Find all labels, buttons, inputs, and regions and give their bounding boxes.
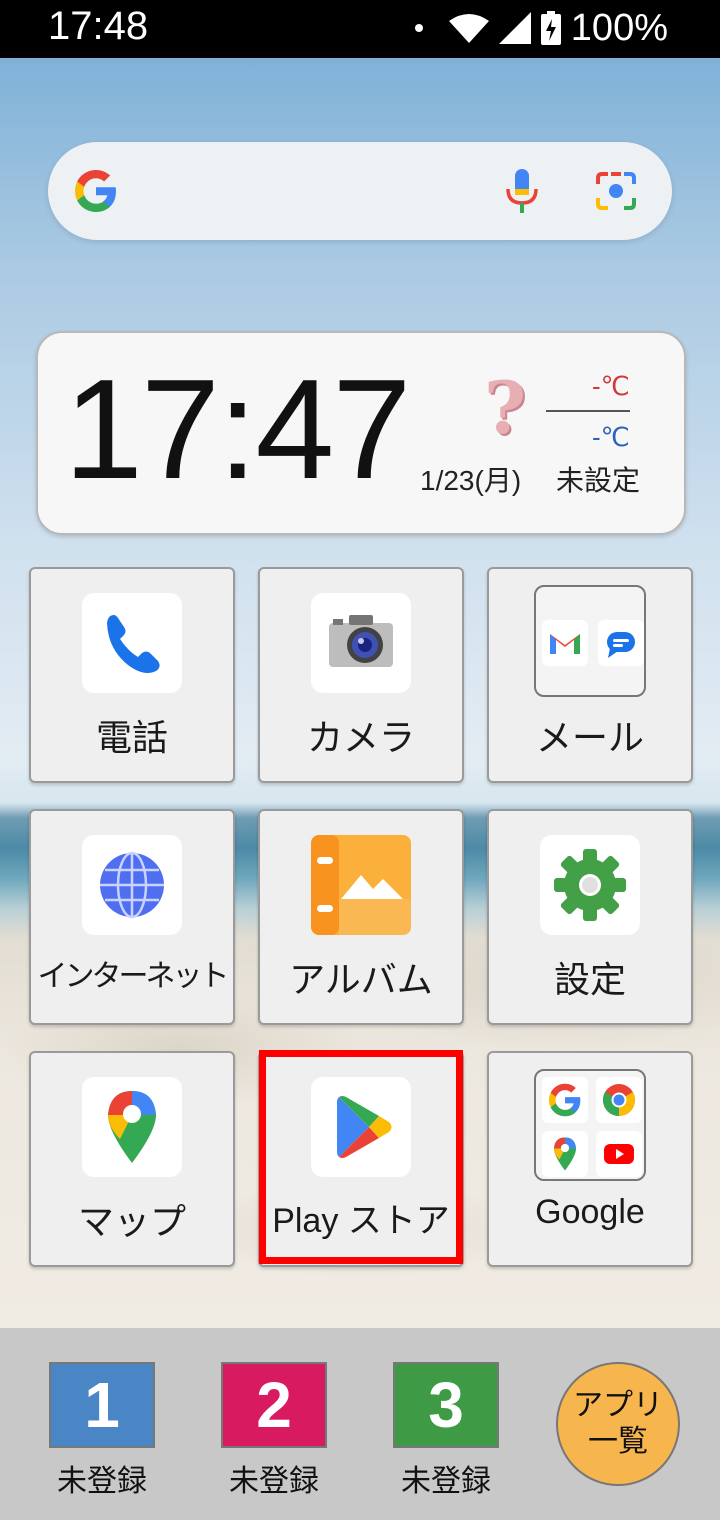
mic-icon[interactable] [504, 169, 540, 213]
app-label: メール [535, 718, 644, 759]
speed-dial-1[interactable]: 1 未登録 [49, 1362, 155, 1500]
app-tile-settings[interactable]: 設定 [487, 809, 693, 1025]
speed-dial-3[interactable]: 3 未登録 [393, 1362, 499, 1500]
app-icon-box [540, 835, 640, 935]
app-label: マップ [77, 1202, 186, 1243]
google-folder-icon [534, 1069, 646, 1181]
app-icon-box [311, 835, 411, 935]
speed-dial-2[interactable]: 2 未登録 [221, 1362, 327, 1500]
maps-pin-icon [542, 1131, 588, 1177]
speed-dial-label: 未登録 [229, 1464, 319, 1499]
mail-folder-icon [534, 585, 646, 697]
speed-dial-number: 1 [49, 1362, 155, 1448]
chrome-icon [596, 1077, 642, 1123]
clock-widget[interactable]: 17:47 ? -℃ -℃ 1/23(月) 未設定 [36, 331, 686, 535]
search-bar[interactable] [48, 142, 672, 240]
app-tile-google-folder[interactable]: Google [487, 1051, 693, 1267]
phone-icon [107, 615, 160, 673]
status-time: 17:48 [48, 4, 149, 48]
notification-dot-icon [414, 24, 423, 32]
youtube-icon [596, 1131, 642, 1177]
speed-dial-label: 未登録 [401, 1464, 491, 1499]
album-icon [311, 835, 411, 935]
play-store-icon [337, 1096, 392, 1158]
app-tile-phone[interactable]: 電話 [29, 567, 235, 783]
temp-low: -℃ [592, 422, 630, 452]
clock-date: 1/23(月) [420, 465, 522, 496]
temp-divider [546, 410, 630, 412]
weather-unknown-icon: ? [484, 365, 527, 450]
weather-location: 未設定 [556, 464, 641, 497]
app-label: 設定 [553, 960, 626, 1001]
speed-dial-label: 未登録 [57, 1464, 147, 1499]
app-tile-maps[interactable]: マップ [29, 1051, 235, 1267]
cell-signal-icon [498, 12, 531, 44]
app-icon-box [82, 835, 182, 935]
temp-high: -℃ [592, 371, 630, 401]
google-lens-icon[interactable] [594, 170, 638, 212]
app-label: カメラ [306, 718, 415, 759]
app-tile-album[interactable]: アルバム [258, 809, 464, 1025]
app-label: 電話 [95, 718, 168, 759]
app-tile-play-store[interactable]: Play ストア [258, 1051, 464, 1267]
wifi-icon [448, 14, 489, 43]
status-icons: 100% [414, 6, 668, 49]
battery-level: 100% [570, 6, 668, 49]
google-g-icon [542, 1077, 588, 1123]
maps-pin-icon [108, 1091, 156, 1163]
google-g-icon [75, 170, 116, 212]
battery-charging-icon [540, 11, 561, 45]
app-label: アルバム [289, 960, 433, 1001]
app-tile-camera[interactable]: カメラ [258, 567, 464, 783]
app-label: Play ストア [272, 1202, 450, 1240]
app-tile-internet[interactable]: インターネット [29, 809, 235, 1025]
clock-time: 17:47 [64, 350, 411, 509]
speed-dial-number: 3 [393, 1362, 499, 1448]
speed-dial-number: 2 [221, 1362, 327, 1448]
dock: 1 未登録 2 未登録 3 未登録 アプリ一覧 [0, 1328, 720, 1520]
app-icon-box [311, 1077, 411, 1177]
app-tile-mail[interactable]: メール [487, 567, 693, 783]
camera-icon [329, 615, 393, 667]
app-icon-box [311, 593, 411, 693]
globe-icon [100, 851, 164, 919]
app-icon-box [82, 1077, 182, 1177]
all-apps-button[interactable]: アプリ一覧 [556, 1362, 680, 1486]
app-label: インターネット [37, 959, 230, 994]
gmail-icon [542, 620, 588, 666]
status-bar: 17:48 100% [0, 0, 720, 58]
app-icon-box [82, 593, 182, 693]
app-label: Google [535, 1193, 645, 1231]
all-apps-label: アプリ一覧 [573, 1388, 663, 1459]
messages-icon [598, 620, 644, 666]
settings-gear-icon [554, 849, 626, 921]
